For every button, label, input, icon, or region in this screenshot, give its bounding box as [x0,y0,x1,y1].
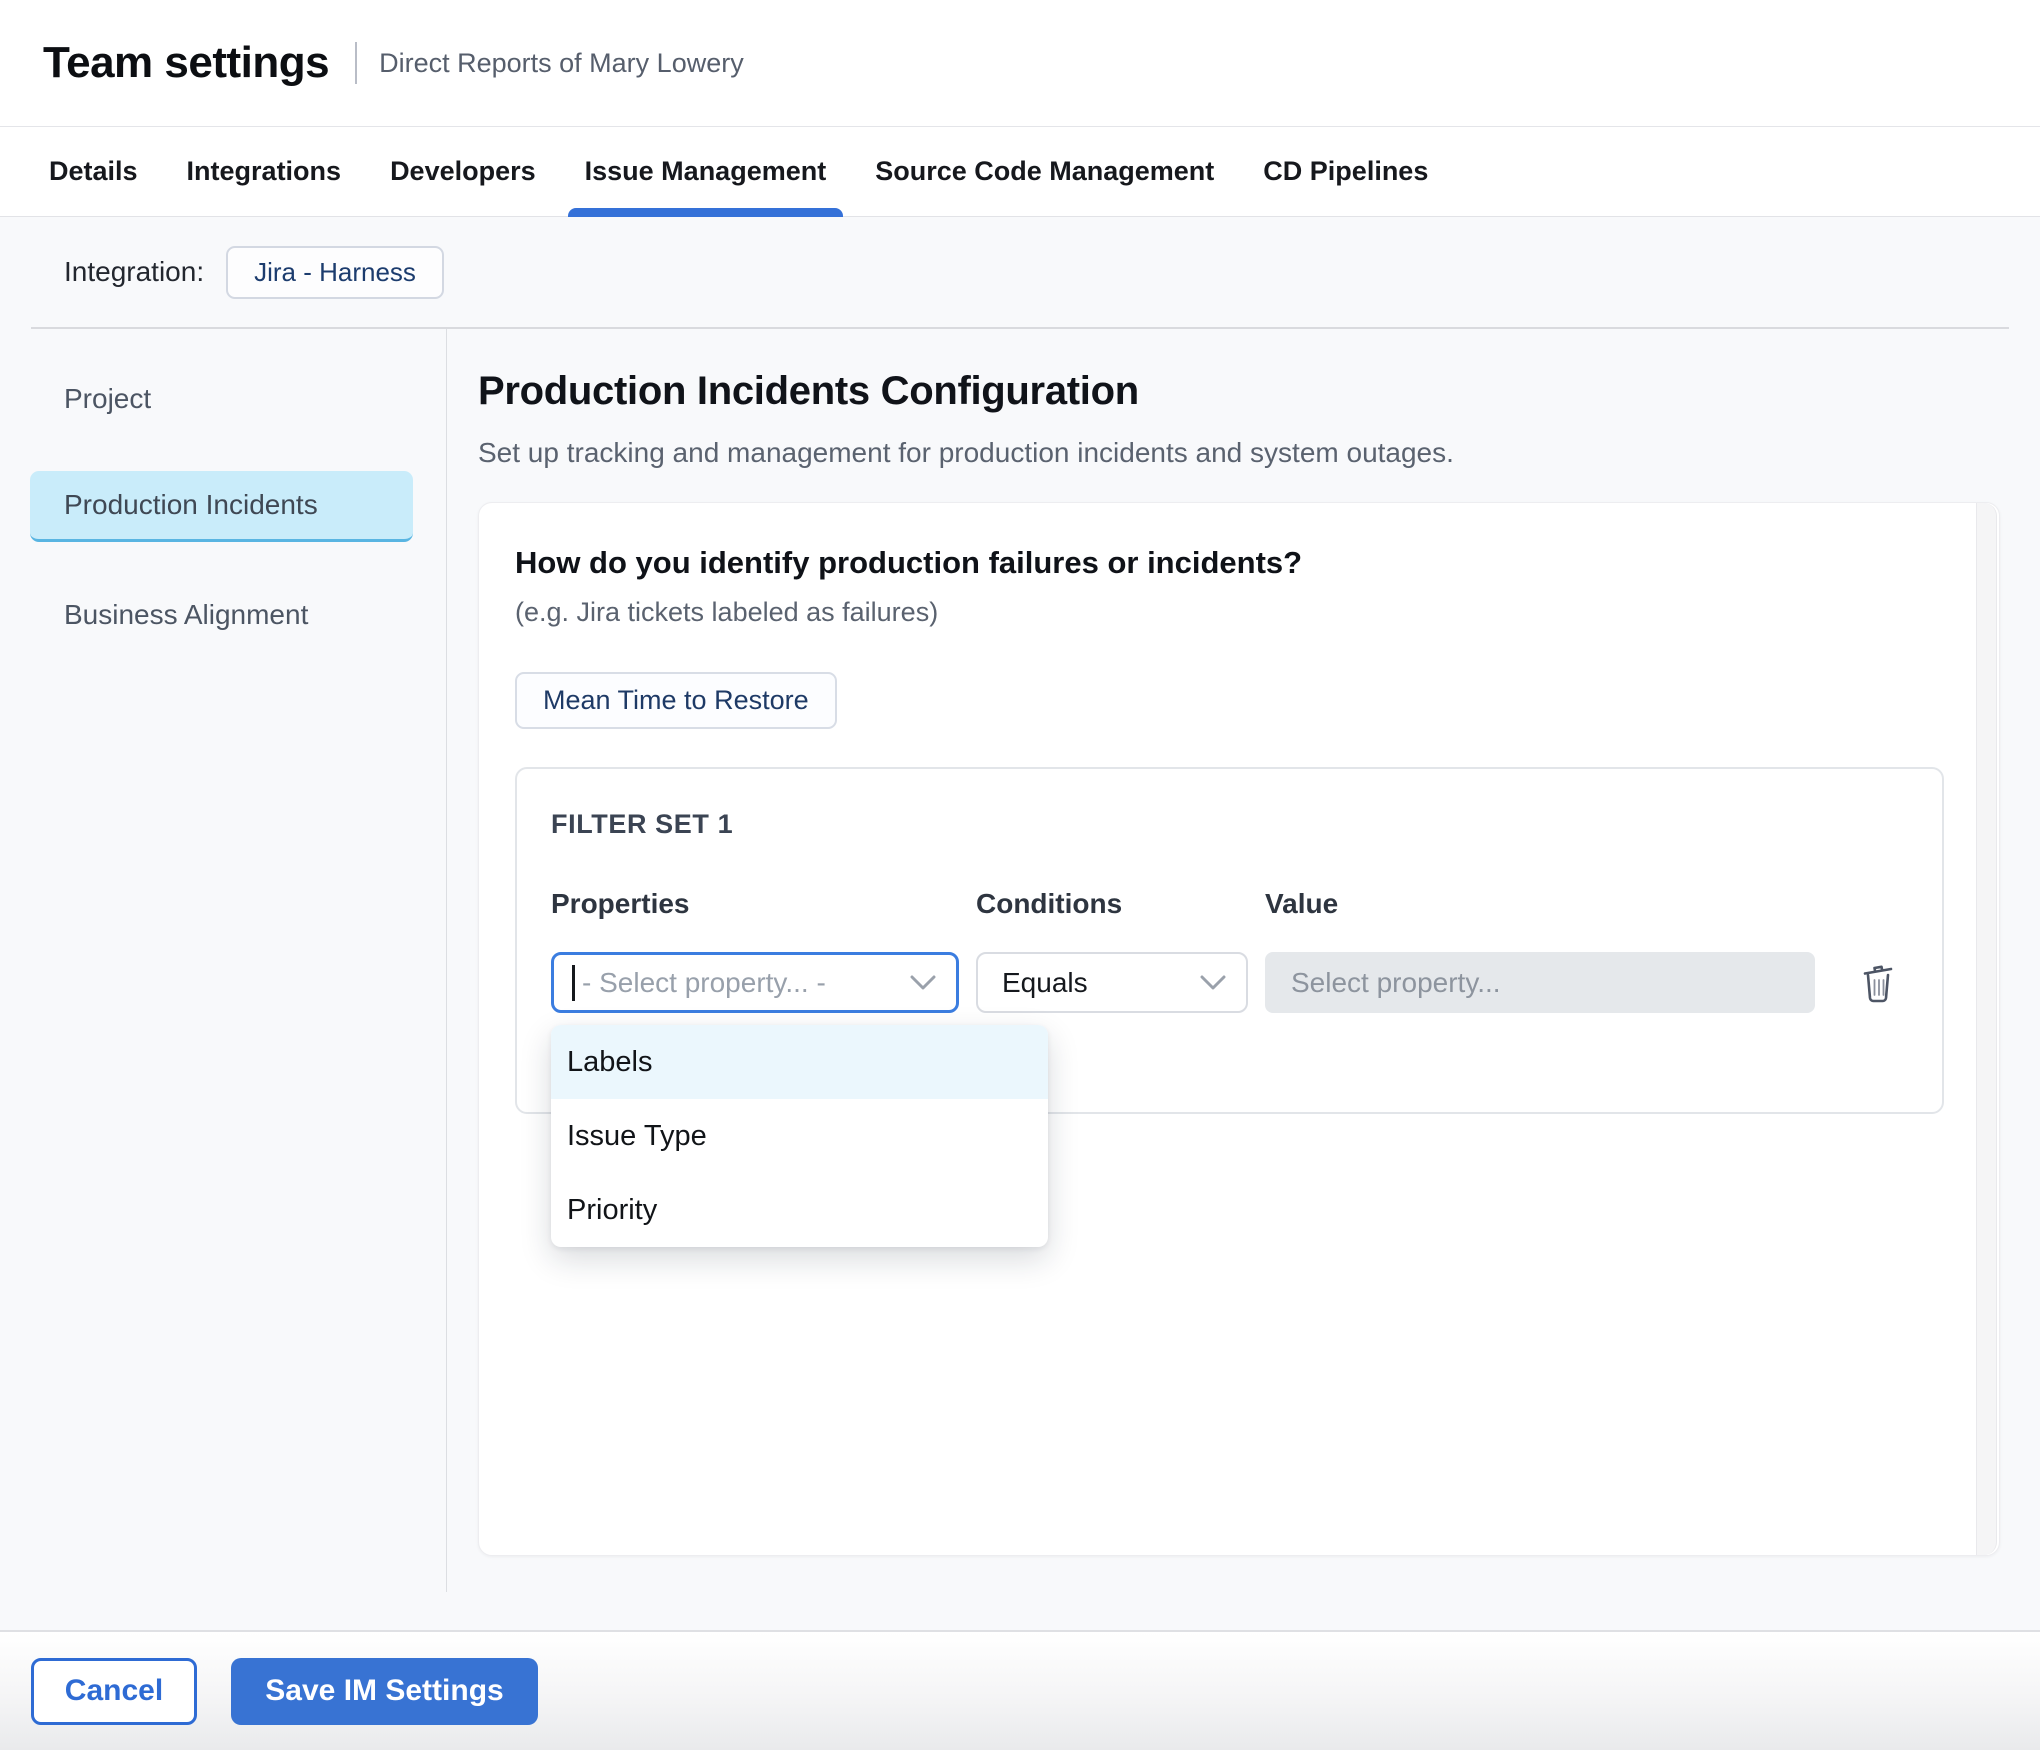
dropdown-option-labels[interactable]: Labels [551,1025,1048,1099]
active-tab-underline [568,208,844,217]
value-input-placeholder: Select property... [1291,967,1501,999]
chevron-down-icon [1200,975,1226,991]
settings-sidebar: Project Production Incidents Business Al… [0,329,446,1630]
save-im-settings-button[interactable]: Save IM Settings [231,1658,538,1725]
value-input[interactable]: Select property... [1265,952,1815,1013]
page-header: Team settings Direct Reports of Mary Low… [0,0,2040,127]
integration-badge[interactable]: Jira - Harness [226,246,444,299]
mean-time-to-restore-chip[interactable]: Mean Time to Restore [515,672,837,729]
property-select[interactable]: - Select property... - Labels Issue Type… [551,952,959,1013]
title-separator [355,42,357,84]
properties-column-header: Properties [551,888,959,920]
section-title: Production Incidents Configuration [478,368,2040,414]
tab-bar: Details Integrations Developers Issue Ma… [0,127,2040,217]
tab-integrations[interactable]: Integrations [170,127,359,216]
filter-set-panel: FILTER SET 1 Properties Conditions Value… [515,767,1944,1114]
text-cursor [572,965,575,1001]
value-column-header: Value [1265,888,1815,920]
sidebar-item-project[interactable]: Project [30,363,413,434]
filter-column-headers: Properties Conditions Value [551,888,1942,920]
sidebar-item-business-alignment[interactable]: Business Alignment [30,579,413,650]
property-dropdown: Labels Issue Type Priority [551,1025,1048,1247]
card-scrollbar[interactable] [1976,503,1997,1555]
sidebar-divider [446,329,447,1592]
property-select-placeholder: - Select property... - [582,967,910,999]
filter-row: - Select property... - Labels Issue Type… [551,952,1942,1013]
integration-row: Integration: Jira - Harness [0,217,2040,327]
sidebar-item-production-incidents[interactable]: Production Incidents [30,471,413,542]
tab-developers[interactable]: Developers [373,127,553,216]
delete-filter-button[interactable] [1861,962,1897,1004]
main-panel: Production Incidents Configuration Set u… [446,329,2040,1630]
page-title: Team settings [43,38,329,88]
dropdown-option-priority[interactable]: Priority [551,1173,1048,1247]
cancel-button[interactable]: Cancel [31,1658,197,1725]
content-area: Project Production Incidents Business Al… [0,329,2040,1630]
filter-set-title: FILTER SET 1 [551,809,1942,840]
conditions-column-header: Conditions [976,888,1248,920]
tab-cd-pipelines[interactable]: CD Pipelines [1246,127,1445,216]
chevron-down-icon [910,975,936,991]
card-question: How do you identify production failures … [515,545,1999,581]
tab-issue-management[interactable]: Issue Management [568,127,844,216]
card-hint: (e.g. Jira tickets labeled as failures) [515,597,1999,628]
incidents-config-card: How do you identify production failures … [478,502,2000,1556]
trash-icon [1861,962,1897,1004]
section-subtitle: Set up tracking and management for produ… [478,436,2040,470]
page-subtitle: Direct Reports of Mary Lowery [379,48,744,79]
integration-label: Integration: [64,256,204,288]
tab-details[interactable]: Details [32,127,155,216]
dropdown-option-issue-type[interactable]: Issue Type [551,1099,1048,1173]
condition-select[interactable]: Equals [976,952,1248,1013]
footer-actions: Cancel Save IM Settings [0,1630,2040,1750]
condition-select-value: Equals [1002,967,1200,999]
tab-source-code-management[interactable]: Source Code Management [858,127,1231,216]
